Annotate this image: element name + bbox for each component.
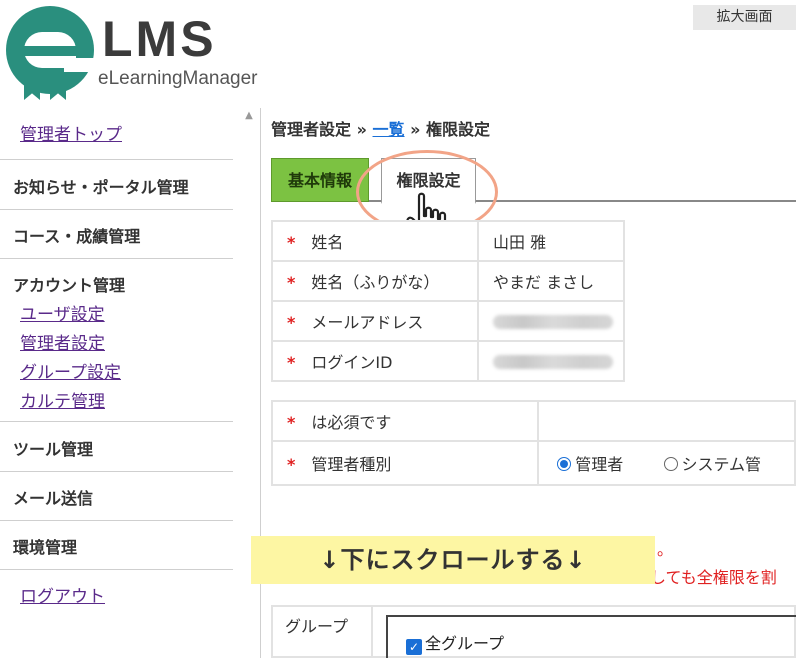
- sidebar-item-env[interactable]: 環境管理: [0, 521, 233, 570]
- breadcrumb-sep-2: »: [410, 120, 421, 139]
- name-kana-label: 姓名（ふりがな）: [311, 273, 440, 292]
- required-mark: *: [287, 313, 296, 332]
- logo-title: LMS: [102, 11, 217, 67]
- all-groups-label[interactable]: 全グループ: [425, 634, 504, 653]
- breadcrumb-list-link[interactable]: 一覧: [373, 120, 405, 139]
- sidebar-item-logout: ログアウト: [0, 570, 233, 630]
- course-grades-heading[interactable]: コース・成績管理: [13, 223, 233, 247]
- all-groups-checkbox[interactable]: ✓: [406, 639, 422, 655]
- scroll-down-banner: ↓下にスクロールする↓: [251, 536, 655, 584]
- news-portal-heading[interactable]: お知らせ・ポータル管理: [13, 174, 233, 198]
- sidebar-item-accounts: アカウント管理 ユーザ設定 管理者設定 グループ設定 カルテ管理: [0, 259, 233, 422]
- required-mark: *: [287, 455, 296, 474]
- table-row: * は必須です: [270, 400, 796, 442]
- logo-subtitle: eLearningManager: [98, 68, 258, 89]
- email-value-redacted: [493, 315, 613, 329]
- radio-system-admin-label[interactable]: システム管: [682, 455, 762, 474]
- required-mark: *: [287, 413, 296, 432]
- admin-settings-link[interactable]: 管理者設定: [20, 329, 233, 354]
- header: LMS eLearningManager 拡大画面: [0, 0, 796, 100]
- profile-table: * 姓名 山田 雅 * 姓名（ふりがな） やまだ まさし * メールアドレス * ログイ…: [271, 220, 625, 382]
- sidebar: ▲ 管理者トップ お知らせ・ポータル管理 コース・成績管理 アカウント管理 ユー…: [0, 108, 261, 658]
- breadcrumb-current: 権限設定: [426, 120, 491, 139]
- group-select-box: ✓ 全グループ: [386, 615, 796, 658]
- zoom-label: 拡大画面: [693, 5, 796, 30]
- required-mark: *: [287, 353, 296, 372]
- sidebar-item-tools[interactable]: ツール管理: [0, 422, 233, 472]
- mail-send-heading[interactable]: メール送信: [13, 485, 233, 509]
- email-label: メールアドレス: [311, 313, 424, 332]
- required-mark: *: [287, 273, 296, 292]
- login-id-value-redacted: [493, 355, 613, 369]
- tab-basic-info[interactable]: 基本情報: [271, 158, 369, 202]
- scroll-up-icon[interactable]: ▲: [237, 108, 261, 124]
- table-row: * ログインID: [271, 340, 625, 382]
- karte-mgmt-link[interactable]: カルテ管理: [20, 387, 233, 412]
- radio-system-admin[interactable]: [663, 457, 678, 471]
- name-kana-value: やまだ まさし: [477, 260, 625, 302]
- account-mgmt-heading: アカウント管理: [13, 276, 126, 295]
- user-settings-link[interactable]: ユーザ設定: [20, 300, 233, 325]
- tool-mgmt-heading[interactable]: ツール管理: [13, 436, 233, 460]
- logout-link[interactable]: ログアウト: [20, 582, 233, 607]
- name-label: 姓名: [311, 233, 344, 252]
- env-mgmt-heading[interactable]: 環境管理: [13, 534, 233, 558]
- required-note: は必須です: [311, 413, 392, 432]
- elms-logo[interactable]: LMS eLearningManager: [6, 6, 274, 100]
- breadcrumb-root: 管理者設定: [271, 120, 352, 139]
- radio-admin-label[interactable]: 管理者: [575, 455, 623, 474]
- breadcrumb-sep: »: [356, 120, 367, 139]
- tab-bar: 基本情報 権限設定: [271, 158, 796, 204]
- group-label: グループ: [271, 605, 373, 658]
- role-table: * は必須です * 管理者種別 管理者 システム管: [270, 400, 796, 486]
- login-id-label: ログインID: [311, 353, 393, 372]
- table-row: * メールアドレス: [271, 300, 625, 342]
- sidebar-item-courses[interactable]: コース・成績管理: [0, 210, 233, 259]
- role-type-label: 管理者種別: [311, 455, 392, 474]
- sidebar-item-news[interactable]: お知らせ・ポータル管理: [0, 160, 233, 210]
- red-notice-text: しても全権限を割: [650, 568, 777, 587]
- table-row: * 姓名 山田 雅: [271, 220, 625, 262]
- sidebar-item-mail[interactable]: メール送信: [0, 472, 233, 521]
- admin-top-link[interactable]: 管理者トップ: [20, 120, 233, 145]
- radio-admin[interactable]: [557, 457, 572, 471]
- name-value: 山田 雅: [477, 220, 625, 262]
- required-mark: *: [287, 233, 296, 252]
- table-row: * 管理者種別 管理者 システム管: [270, 440, 796, 486]
- breadcrumb: 管理者設定 » 一覧 » 権限設定: [271, 116, 490, 140]
- table-row: * 姓名（ふりがな） やまだ まさし: [271, 260, 625, 302]
- group-settings-link[interactable]: グループ設定: [20, 358, 233, 383]
- sidebar-item-admin-top: 管理者トップ: [0, 108, 233, 160]
